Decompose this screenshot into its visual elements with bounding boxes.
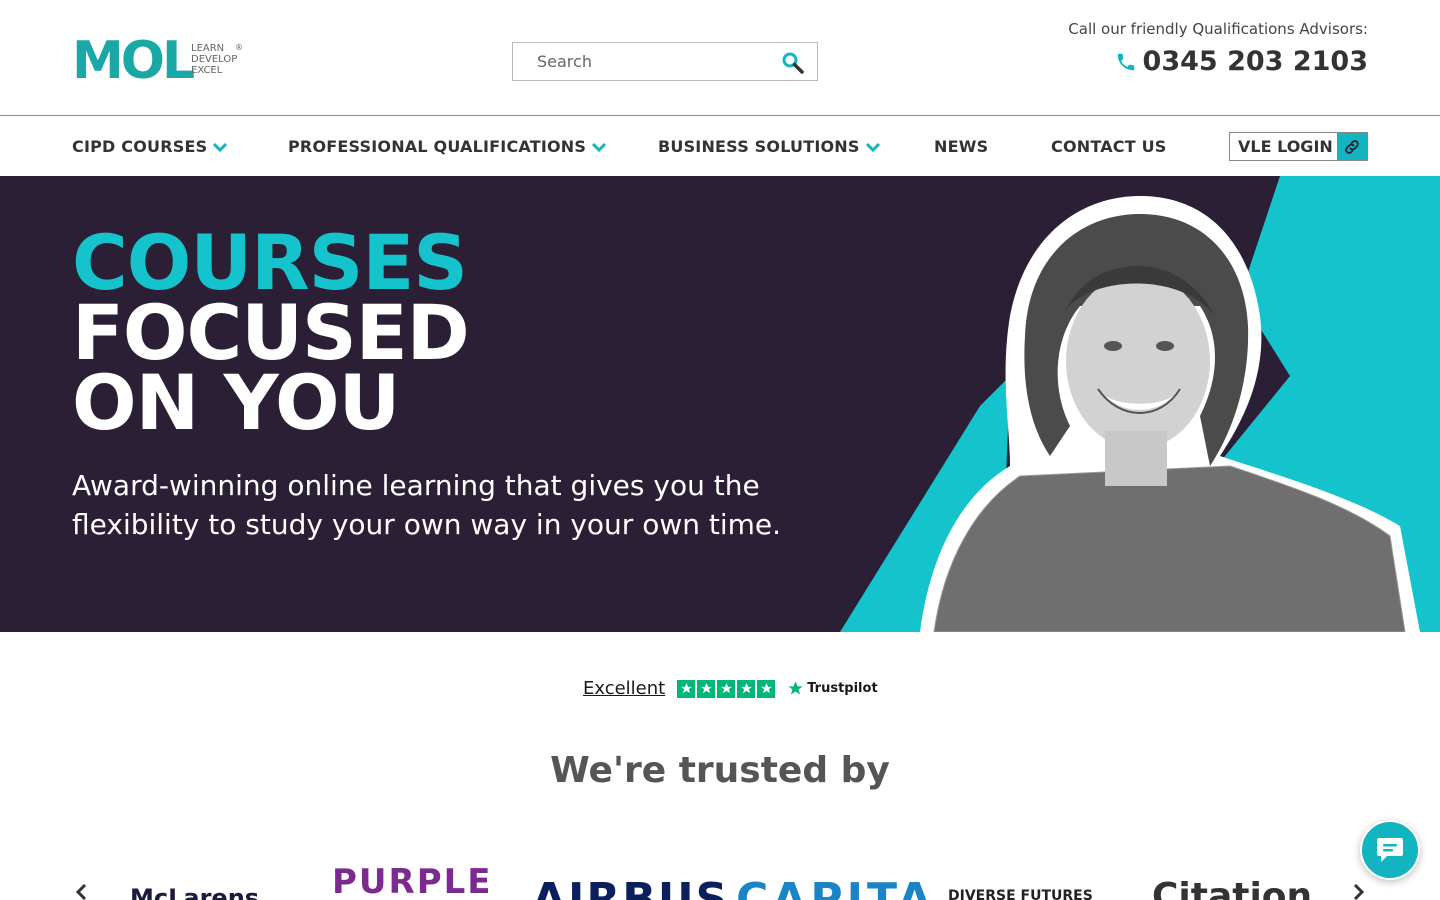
svg-text:LEARN: LEARN — [191, 43, 224, 54]
search-box — [512, 42, 818, 81]
trustpilot-rating-text[interactable]: Excellent — [583, 678, 665, 699]
nav-item-label: CIPD COURSES — [72, 137, 208, 156]
trustpilot-brand: Trustpilot — [787, 680, 878, 697]
main-nav: CIPD COURSES PROFESSIONAL QUALIFICATIONS… — [0, 117, 1440, 176]
svg-text:EXCEL: EXCEL — [191, 65, 223, 76]
nav-item-business-solutions[interactable]: BUSINESS SOLUTIONS — [658, 137, 880, 156]
chat-button[interactable] — [1360, 820, 1420, 880]
trustpilot-brand-text: Trustpilot — [807, 681, 878, 696]
star-icon — [737, 679, 756, 698]
client-logo-airbus: AIRBUS — [532, 874, 730, 900]
chevron-down-icon — [213, 142, 228, 152]
hero-banner: COURSES FOCUSED ON YOU Award-winning onl… — [0, 176, 1440, 632]
svg-text:®: ® — [235, 43, 243, 52]
phone-number-text: 0345 203 2103 — [1142, 46, 1368, 77]
hero-title: COURSES FOCUSED ON YOU — [72, 225, 470, 447]
chevron-right-icon[interactable] — [1348, 882, 1368, 900]
vle-login-button[interactable]: VLE LOGIN — [1229, 132, 1368, 161]
nav-item-label: NEWS — [934, 137, 989, 156]
svg-text:DEVELOP: DEVELOP — [191, 54, 237, 65]
site-header: MOL LEARN DEVELOP EXCEL ® Call our frien… — [0, 0, 1440, 116]
hero-person-image — [920, 196, 1420, 632]
phone-icon — [1115, 51, 1137, 73]
nav-item-label: CONTACT US — [1051, 137, 1167, 156]
nav-item-contact-us[interactable]: CONTACT US — [1051, 137, 1167, 156]
star-icon — [697, 679, 716, 698]
link-icon — [1337, 133, 1367, 160]
advisor-contact: Call our friendly Qualifications Advisor… — [1068, 20, 1368, 77]
logo-mark: MOL — [72, 31, 194, 91]
search-icon[interactable] — [781, 51, 805, 75]
client-logo-capita: CAPITA — [736, 874, 936, 900]
client-logo-mclarens: McLarens — [130, 884, 260, 900]
mol-logo[interactable]: MOL LEARN DEVELOP EXCEL ® — [72, 24, 244, 92]
nav-item-label: PROFESSIONAL QUALIFICATIONS — [288, 137, 587, 156]
star-icon — [717, 679, 736, 698]
nav-item-news[interactable]: NEWS — [934, 137, 988, 156]
trusted-by-heading: We're trusted by — [550, 750, 890, 791]
chevron-down-icon — [592, 142, 607, 152]
client-logo-citation: Citation — [1152, 876, 1313, 900]
client-logo-purple: PURPLE — [332, 862, 493, 900]
star-icon — [677, 679, 696, 698]
client-logo-carousel: McLarens PURPLE AIRBUS CAPITA DIVERSE FU… — [0, 850, 1440, 900]
nav-item-label: BUSINESS SOLUTIONS — [658, 137, 860, 156]
hero-title-line3: ON YOU — [72, 358, 400, 447]
trustpilot-star-icon — [788, 681, 803, 695]
trustpilot-widget[interactable]: Excellent Trustpilot — [583, 678, 878, 699]
chevron-left-icon[interactable] — [72, 882, 92, 900]
search-input[interactable] — [513, 43, 763, 80]
nav-item-professional-qualifications[interactable]: PROFESSIONAL QUALIFICATIONS — [288, 137, 607, 156]
phone-number[interactable]: 0345 203 2103 — [1068, 46, 1368, 77]
chat-icon — [1377, 838, 1403, 862]
hero-subtitle: Award-winning online learning that gives… — [72, 469, 782, 541]
advisor-label: Call our friendly Qualifications Advisor… — [1068, 20, 1368, 38]
vle-login-label: VLE LOGIN — [1238, 137, 1333, 156]
star-icon — [757, 679, 776, 698]
chevron-down-icon — [865, 142, 880, 152]
trustpilot-stars — [677, 679, 776, 698]
client-logo-diverse-futures: DIVERSE FUTURES — [948, 888, 1093, 900]
nav-item-cipd-courses[interactable]: CIPD COURSES — [72, 137, 228, 156]
